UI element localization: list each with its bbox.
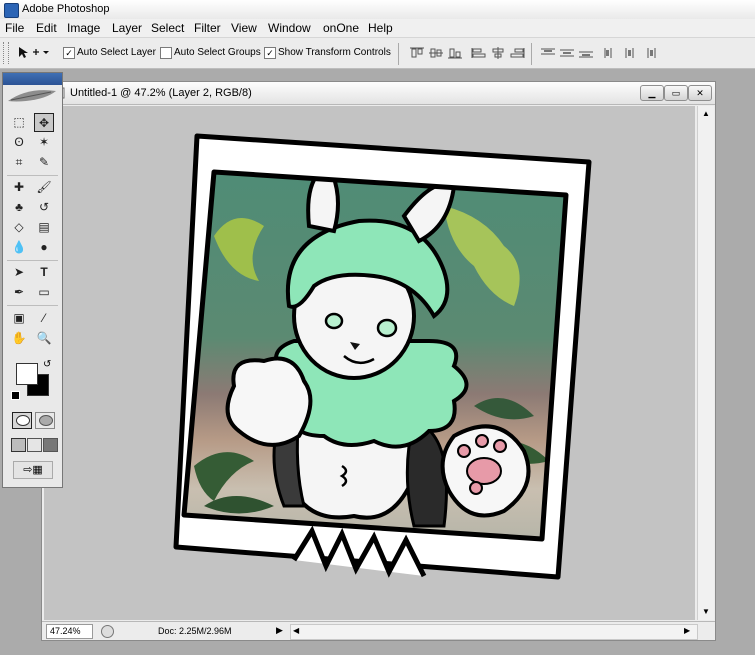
app-title: Adobe Photoshop xyxy=(22,3,110,15)
jump-to-imageready-icon[interactable]: ⇨▦ xyxy=(13,461,53,479)
document-window: Untitled-1 @ 47.2% (Layer 2, RGB/8) ▁ ▭ … xyxy=(41,81,716,641)
menu-help[interactable]: Help xyxy=(368,21,393,35)
auto-select-layer-checkbox[interactable]: ✓ xyxy=(63,47,75,59)
auto-select-groups-label: Auto Select Groups xyxy=(174,47,261,58)
blur-tool-icon[interactable]: 💧 xyxy=(9,238,29,257)
brush-tool-icon[interactable]: 🖌 xyxy=(34,178,54,197)
menu-onone[interactable]: onOne xyxy=(323,21,359,35)
menu-edit[interactable]: Edit xyxy=(36,21,57,35)
minimize-button[interactable]: ▁ xyxy=(640,85,664,101)
options-divider xyxy=(398,43,399,65)
pen-tool-icon[interactable]: ✒ xyxy=(9,283,29,302)
distribute-left-edges-icon[interactable] xyxy=(603,47,619,59)
horizontal-scrollbar[interactable]: ◀ ▶ xyxy=(290,624,698,640)
auto-select-groups-checkbox[interactable] xyxy=(160,47,172,59)
full-screen-mode-icon[interactable] xyxy=(43,438,58,452)
clone-stamp-tool-icon[interactable]: ♣ xyxy=(9,198,29,217)
close-button[interactable]: ✕ xyxy=(688,85,712,101)
menu-select[interactable]: Select xyxy=(151,21,184,35)
standard-mode-button[interactable] xyxy=(12,412,32,429)
healing-brush-tool-icon[interactable]: ✚ xyxy=(9,178,29,197)
align-right-edges-icon[interactable] xyxy=(509,47,525,59)
magic-wand-tool-icon[interactable]: ✶ xyxy=(34,133,54,152)
status-menu-arrow-icon[interactable]: ▶ xyxy=(276,625,286,636)
distribute-horizontal-centers-icon[interactable] xyxy=(622,47,638,59)
zoom-level-field[interactable]: 47.24% xyxy=(46,624,93,639)
artwork-canvas[interactable] xyxy=(44,106,695,620)
toolbox-divider xyxy=(7,175,58,176)
eraser-tool-icon[interactable]: ◇ xyxy=(9,218,29,237)
toolbox-header[interactable] xyxy=(3,73,62,85)
menu-window[interactable]: Window xyxy=(268,21,311,35)
toolbox-divider xyxy=(7,305,58,306)
slice-tool-icon[interactable]: ✎ xyxy=(34,153,54,172)
show-transform-controls-checkbox[interactable]: ✓ xyxy=(264,47,276,59)
default-colors-icon[interactable] xyxy=(11,391,20,400)
distribute-right-edges-icon[interactable] xyxy=(641,47,657,59)
move-tool-preset-icon[interactable] xyxy=(17,46,49,60)
toolbox-panel: ⬚ ✥ ʘ ✶ ⌗ ✎ ✚ 🖌 ♣ ↺ ◇ ▤ 💧 ● ➤ T ✒ ▭ ▣ ⁄ … xyxy=(2,72,63,488)
menu-view[interactable]: View xyxy=(231,21,257,35)
status-info-icon[interactable] xyxy=(101,625,114,638)
scroll-right-arrow-icon[interactable]: ▶ xyxy=(684,626,690,635)
scroll-down-arrow-icon[interactable]: ▼ xyxy=(700,606,712,618)
options-divider xyxy=(531,43,532,65)
scroll-up-arrow-icon[interactable]: ▲ xyxy=(700,108,712,120)
menu-image[interactable]: Image xyxy=(67,21,100,35)
show-transform-controls-label: Show Transform Controls xyxy=(278,47,391,58)
canvas-area[interactable] xyxy=(44,106,695,620)
menu-file[interactable]: File xyxy=(5,21,24,35)
gradient-tool-icon[interactable]: ▤ xyxy=(34,218,54,237)
quick-mask-mode-button[interactable] xyxy=(35,412,55,429)
history-brush-tool-icon[interactable]: ↺ xyxy=(34,198,54,217)
app-title-bar: Adobe Photoshop xyxy=(0,0,755,20)
move-tool-icon[interactable]: ✥ xyxy=(34,113,54,132)
distribute-bottom-edges-icon[interactable] xyxy=(578,47,594,59)
photo-image xyxy=(184,172,566,539)
feather-logo-icon xyxy=(8,90,56,102)
type-tool-icon[interactable]: T xyxy=(34,263,54,282)
lasso-tool-icon[interactable]: ʘ xyxy=(9,133,29,152)
marquee-tool-icon[interactable]: ⬚ xyxy=(9,113,29,132)
options-bar-grip[interactable] xyxy=(3,42,9,64)
scroll-left-arrow-icon[interactable]: ◀ xyxy=(293,626,299,635)
align-bottom-edges-icon[interactable] xyxy=(447,47,463,59)
distribute-top-edges-icon[interactable] xyxy=(540,47,556,59)
zoom-tool-icon[interactable]: 🔍 xyxy=(34,329,54,348)
document-title: Untitled-1 @ 47.2% (Layer 2, RGB/8) xyxy=(70,87,252,99)
distribute-vertical-centers-icon[interactable] xyxy=(559,47,575,59)
align-vertical-centers-icon[interactable] xyxy=(428,47,444,59)
hand-tool-icon[interactable]: ✋ xyxy=(9,329,29,348)
toolbox-divider xyxy=(7,260,58,261)
document-title-bar[interactable]: Untitled-1 @ 47.2% (Layer 2, RGB/8) ▁ ▭ … xyxy=(42,82,715,105)
photoshop-logo-icon xyxy=(4,3,19,18)
menu-bar: File Edit Image Layer Select Filter View… xyxy=(0,19,755,38)
maximize-button[interactable]: ▭ xyxy=(664,85,688,101)
document-size: Doc: 2.25M/2.96M xyxy=(158,626,232,636)
auto-select-layer-label: Auto Select Layer xyxy=(77,47,156,58)
align-left-edges-icon[interactable] xyxy=(471,47,487,59)
options-bar: ✓ Auto Select Layer Auto Select Groups ✓… xyxy=(0,38,755,69)
full-screen-menu-mode-icon[interactable] xyxy=(27,438,42,452)
notes-tool-icon[interactable]: ▣ xyxy=(9,309,29,328)
eyedropper-tool-icon[interactable]: ⁄ xyxy=(34,309,54,328)
standard-screen-mode-icon[interactable] xyxy=(11,438,26,452)
align-top-edges-icon[interactable] xyxy=(409,47,425,59)
align-horizontal-centers-icon[interactable] xyxy=(490,47,506,59)
crop-tool-icon[interactable]: ⌗ xyxy=(9,153,29,172)
menu-layer[interactable]: Layer xyxy=(112,21,142,35)
swap-colors-icon[interactable]: ↺ xyxy=(43,359,51,370)
menu-filter[interactable]: Filter xyxy=(194,21,221,35)
vertical-scrollbar[interactable]: ▲ ▼ xyxy=(697,106,714,620)
status-bar: 47.24% Doc: 2.25M/2.96M ▶ ◀ ▶ xyxy=(42,621,715,640)
dodge-tool-icon[interactable]: ● xyxy=(34,238,54,257)
path-selection-tool-icon[interactable]: ➤ xyxy=(9,263,29,282)
foreground-color-swatch[interactable] xyxy=(16,363,38,385)
shape-tool-icon[interactable]: ▭ xyxy=(34,283,54,302)
